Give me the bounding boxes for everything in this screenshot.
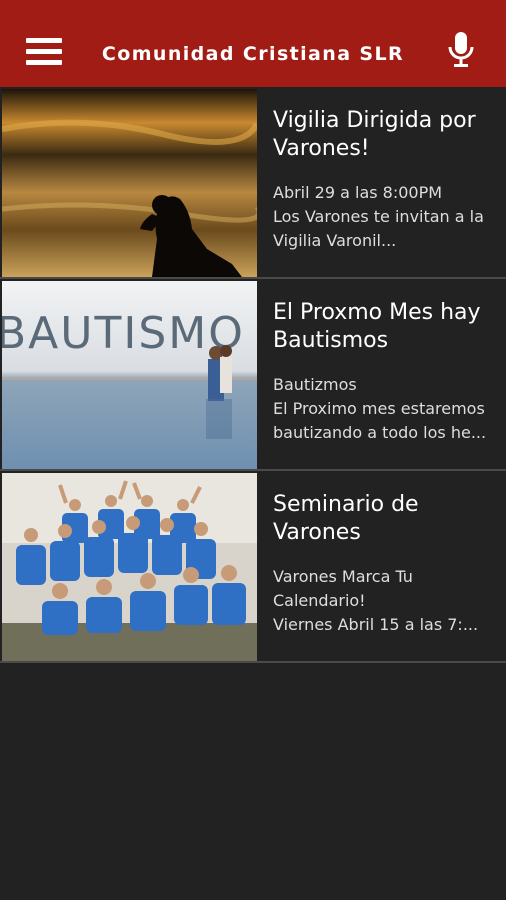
app-title: Comunidad Cristiana SLR: [101, 43, 405, 65]
post-summary-line: Los Varones te invitan a la: [273, 207, 484, 226]
post-date: Varones Marca Tu: [273, 567, 413, 586]
post-item[interactable]: Seminario de Varones Varones Marca Tu Ca…: [0, 471, 506, 663]
post-title: Vigilia Dirigida por Varones!: [273, 108, 476, 161]
microphone-icon[interactable]: [447, 31, 475, 69]
post-text: Seminario de Varones Varones Marca Tu Ca…: [273, 491, 498, 637]
post-summary-line: Vigilia Varonil...: [273, 231, 397, 250]
post-summary-line: bautizando a todo los he...: [273, 423, 487, 442]
app-header: Comunidad Cristiana SLR: [0, 0, 506, 87]
baptism-image-text: BAUTISMO: [2, 308, 245, 359]
post-thumbnail-group-photo: [2, 473, 257, 661]
post-item[interactable]: Vigilia Dirigida por Varones! Abril 29 a…: [0, 87, 506, 279]
post-summary-line: Viernes Abril 15 a las 7:...: [273, 615, 479, 634]
post-summary-line: El Proximo mes estaremos: [273, 399, 485, 418]
post-summary-line: Calendario!: [273, 591, 366, 610]
post-thumbnail-baptism: BAUTISMO: [2, 281, 257, 469]
post-thumbnail-praying-man: [2, 89, 257, 277]
post-date: Abril 29 a las 8:00PM: [273, 183, 443, 202]
post-title: El Proxmo Mes hay Bautismos: [273, 300, 481, 353]
post-date: Bautizmos: [273, 375, 357, 394]
post-title: Seminario de Varones: [273, 492, 419, 545]
post-list: Vigilia Dirigida por Varones! Abril 29 a…: [0, 87, 506, 663]
post-item[interactable]: BAUTISMO El Proxmo Mes hay Bautismos Bau…: [0, 279, 506, 471]
post-text: El Proxmo Mes hay Bautismos Bautizmos El…: [273, 299, 498, 445]
post-text: Vigilia Dirigida por Varones! Abril 29 a…: [273, 107, 498, 253]
